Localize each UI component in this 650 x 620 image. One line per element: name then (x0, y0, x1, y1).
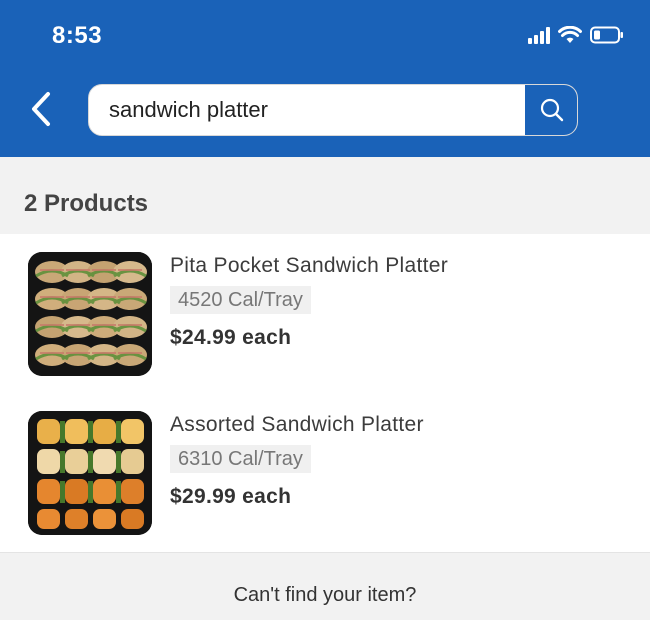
chevron-left-icon (32, 92, 50, 126)
list-item[interactable]: Pita Pocket Sandwich Platter 4520 Cal/Tr… (0, 234, 650, 393)
product-title[interactable]: Assorted Sandwich Platter (170, 413, 424, 437)
assorted-sandwich-platter-image (28, 411, 152, 535)
product-price: $24.99 each (170, 326, 292, 349)
results-count: 2 Products (24, 190, 149, 217)
calorie-badge: 4520 Cal/Tray (170, 286, 311, 314)
status-icons (528, 26, 624, 44)
product-price: $29.99 each (170, 485, 292, 508)
battery-icon (590, 26, 624, 44)
status-time: 8:53 (52, 22, 103, 49)
search-button[interactable] (525, 85, 577, 135)
product-list: Pita Pocket Sandwich Platter 4520 Cal/Tr… (0, 234, 650, 552)
app-header: 8:53 (0, 0, 650, 157)
search-icon (540, 98, 563, 122)
back-button[interactable] (26, 90, 58, 128)
list-item[interactable]: Assorted Sandwich Platter 6310 Cal/Tray … (0, 393, 650, 552)
search-bar (88, 84, 578, 136)
pita-pocket-sandwich-platter-image (28, 252, 152, 376)
calorie-badge: 6310 Cal/Tray (170, 445, 311, 473)
cant-find-item-link[interactable]: Can't find your item? (0, 584, 650, 607)
product-title[interactable]: Pita Pocket Sandwich Platter (170, 254, 448, 278)
wifi-icon (558, 26, 582, 44)
signal-icon (528, 26, 550, 44)
search-input[interactable] (89, 85, 525, 135)
